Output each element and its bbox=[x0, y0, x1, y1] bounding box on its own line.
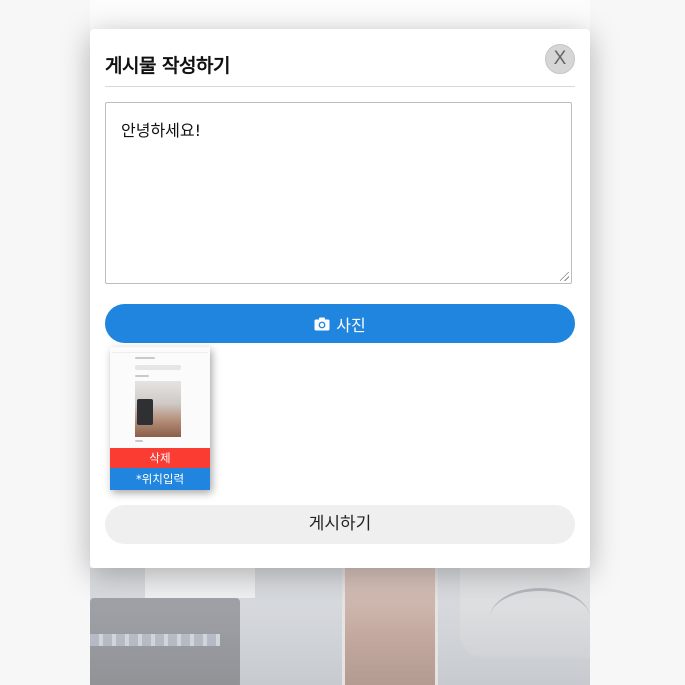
thumbnail-text-line bbox=[135, 357, 155, 359]
photo-thumbnail bbox=[110, 347, 210, 448]
photo-thumbnail-card: 삭제 *위치입력 bbox=[110, 347, 210, 490]
thumbnail-field bbox=[135, 365, 181, 370]
post-content-textarea[interactable]: 안녕하세요! bbox=[105, 102, 572, 284]
post-content-text: 안녕하세요! bbox=[121, 121, 202, 140]
submit-post-button[interactable]: 게시하기 bbox=[105, 505, 575, 544]
thumbnail-text-line bbox=[135, 440, 143, 442]
thumbnail-photo-object bbox=[137, 399, 153, 425]
thumbnail-statusbar bbox=[112, 349, 208, 353]
location-input-button[interactable]: *위치입력 bbox=[110, 468, 210, 490]
thumbnail-photo bbox=[135, 381, 181, 437]
add-photo-button[interactable]: 사진 bbox=[105, 304, 575, 343]
modal-title: 게시물 작성하기 bbox=[105, 55, 230, 77]
add-photo-label: 사진 bbox=[336, 315, 366, 335]
divider bbox=[105, 86, 575, 87]
camera-icon bbox=[314, 317, 330, 330]
resize-grip-icon[interactable] bbox=[560, 272, 569, 281]
thumbnail-text-line bbox=[135, 375, 149, 377]
delete-photo-button[interactable]: 삭제 bbox=[110, 448, 210, 468]
close-button[interactable]: X bbox=[545, 44, 575, 74]
post-compose-modal: 게시물 작성하기 X 안녕하세요! 사진 삭제 *위치입력 게시하기 bbox=[90, 29, 590, 568]
